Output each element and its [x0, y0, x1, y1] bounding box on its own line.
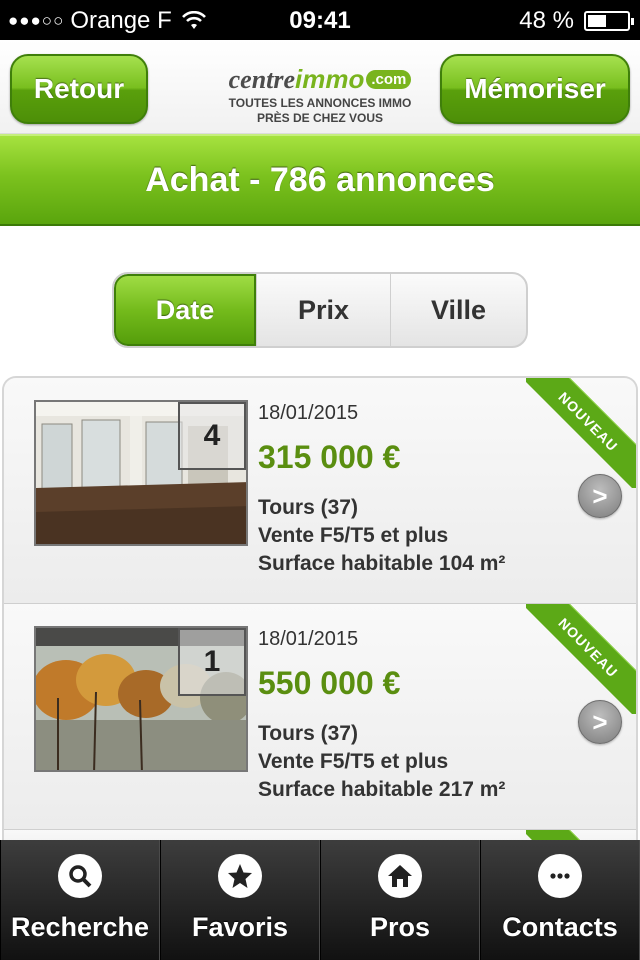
listing-city: Tours (37) [258, 722, 358, 745]
listing-details: Tours (37) Vente F5/T5 et plus Surface h… [258, 494, 505, 578]
listing-item-partial[interactable] [4, 830, 636, 840]
listing-type: Vente F5/T5 et plus [258, 750, 449, 773]
results-title: Achat - 786 annonces [0, 134, 640, 226]
more-icon [538, 854, 582, 898]
listing-photo: 4 [34, 400, 248, 546]
battery-percent: 48 % [519, 7, 574, 34]
logo-brand-suffix: .com [366, 70, 412, 89]
tab-recherche[interactable]: Recherche [0, 840, 160, 960]
listing-date: 18/01/2015 [258, 402, 359, 424]
listing-details: Tours (37) Vente F5/T5 et plus Surface h… [258, 720, 505, 804]
new-ribbon-partial [526, 830, 636, 840]
bottom-tab-bar: Recherche Favoris Pros Contacts [0, 840, 640, 960]
tab-label: Contacts [502, 912, 618, 942]
listing-info: 18/01/2015 550 000 € Tours (37) Vente F5… [258, 628, 505, 804]
save-search-button[interactable]: Mémoriser [440, 54, 630, 124]
listing-surface: Surface habitable 104 m² [258, 552, 506, 575]
listing-item[interactable]: 1 18/01/2015 550 000 € Tours (37) Vente … [4, 604, 636, 830]
sort-by-price[interactable]: Prix [256, 274, 390, 346]
battery-fill [588, 15, 607, 27]
new-ribbon-label: NOUVEAU [526, 604, 636, 714]
listing-date: 18/01/2015 [258, 628, 359, 650]
tab-label: Pros [369, 912, 431, 942]
status-bar: ●●●○○ Orange F 09:41 48 % [0, 0, 640, 40]
listing-list[interactable]: 4 18/01/2015 315 000 € Tours (37) Vente … [2, 376, 638, 840]
status-right: 48 % [519, 7, 634, 35]
listing-item[interactable]: 4 18/01/2015 315 000 € Tours (37) Vente … [4, 378, 636, 604]
back-button[interactable]: Retour [10, 54, 148, 124]
new-ribbon: NOUVEAU [526, 604, 636, 714]
photo-count-badge: 4 [178, 402, 246, 470]
star-icon [218, 854, 262, 898]
new-ribbon [526, 830, 636, 840]
logo-brand: centre immo .com [204, 64, 436, 95]
app-header: Retour centre immo .com TOUTES LES ANNONCE… [0, 40, 640, 134]
site-logo: centre immo .com TOUTES LES ANNONCES IMMO … [204, 64, 436, 125]
search-icon [58, 854, 102, 898]
sort-segmented-control: Date Prix Ville [112, 272, 528, 348]
home-icon [378, 854, 422, 898]
logo-tagline-1: TOUTES LES ANNONCES IMMO [228, 96, 412, 110]
sort-by-city[interactable]: Ville [390, 274, 526, 346]
tab-label: Recherche [10, 912, 150, 942]
new-ribbon-label: NOUVEAU [526, 378, 636, 488]
photo-count-badge: 1 [178, 628, 246, 696]
listing-info: 18/01/2015 315 000 € Tours (37) Vente F5… [258, 402, 505, 578]
listing-photo: 1 [34, 626, 248, 772]
listing-city: Tours (37) [258, 496, 358, 519]
sort-by-date[interactable]: Date [114, 274, 256, 346]
tab-favoris[interactable]: Favoris [160, 840, 320, 960]
logo-brand-prefix: centre [228, 64, 296, 94]
listing-type: Vente F5/T5 et plus [258, 524, 449, 547]
tab-contacts[interactable]: Contacts [480, 840, 640, 960]
tab-label: Favoris [191, 912, 289, 942]
battery-icon [584, 11, 634, 31]
listing-price: 315 000 € [258, 439, 401, 475]
new-ribbon: NOUVEAU [526, 378, 636, 488]
listing-surface: Surface habitable 217 m² [258, 778, 506, 801]
logo-tagline-2: PRÈS DE CHEZ VOUS [256, 111, 384, 125]
listing-price: 550 000 € [258, 665, 401, 701]
tab-pros[interactable]: Pros [320, 840, 480, 960]
logo-brand-main: immo [295, 64, 365, 94]
